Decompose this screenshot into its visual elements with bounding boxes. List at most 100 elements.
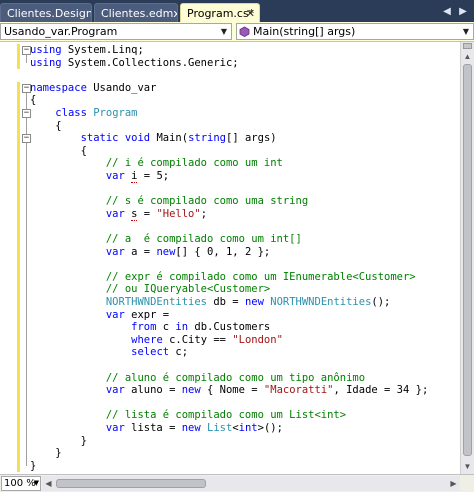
code-line[interactable]: var i = 5; <box>30 170 169 183</box>
tab-clientes-designer[interactable]: Clientes.Designer.cs <box>0 3 92 22</box>
code-line[interactable]: } <box>30 447 61 460</box>
vertical-scroll-thumb[interactable] <box>463 64 472 456</box>
code-token: = <box>137 207 157 220</box>
code-token: expr = <box>124 308 170 321</box>
code-line[interactable]: from c in db.Customers <box>30 321 270 334</box>
code-token: a = <box>124 245 157 258</box>
zoom-selector[interactable]: 100 % ▼ <box>1 476 41 491</box>
type-selector[interactable]: Usando_var.Program ▼ <box>0 23 232 40</box>
code-token: class <box>55 107 87 119</box>
code-line[interactable]: // ou IQueryable<Customer> <box>30 283 270 296</box>
code-line[interactable]: var expr = <box>30 309 169 322</box>
code-line[interactable]: // aluno é compilado como um tipo anônim… <box>30 372 365 385</box>
zoom-value: 100 % <box>4 478 36 489</box>
horizontal-scroll-thumb[interactable] <box>56 479 206 488</box>
code-line[interactable]: { <box>30 145 87 158</box>
code-line[interactable]: static void Main(string[] args) <box>30 132 277 145</box>
code-line[interactable]: var lista = new List<int>(); <box>30 422 283 435</box>
code-token: { <box>30 144 87 157</box>
code-token: new <box>181 384 201 397</box>
code-line[interactable]: { <box>30 120 61 133</box>
editor-bottom-bar: 100 % ▼ ◀ ▶ <box>0 474 474 492</box>
code-token: in <box>175 321 189 334</box>
code-token: >(); <box>257 422 283 434</box>
code-line[interactable]: select c; <box>30 346 188 359</box>
collapse-icon[interactable]: − <box>22 134 31 144</box>
code-token: { Nome = <box>200 384 264 397</box>
code-line[interactable]: var a = new[] { 0, 1, 2 }; <box>30 246 270 259</box>
code-token: Usando_var <box>86 81 157 94</box>
code-line[interactable]: var aluno = new { Nome = "Macoratti", Id… <box>30 384 428 397</box>
chevron-down-icon[interactable]: ▼ <box>217 24 231 39</box>
method-icon <box>239 26 250 37</box>
code-editor[interactable]: using System.Linq; using System.Collectio… <box>0 42 474 474</box>
code-token: // lista é compilado como um List<int> <box>105 409 347 422</box>
code-token: Main( <box>150 132 189 145</box>
code-token: db.Customers <box>188 321 271 334</box>
code-line[interactable]: { <box>30 94 36 107</box>
code-token: using <box>30 56 62 69</box>
code-token: namespace <box>30 81 87 94</box>
code-token: new <box>181 422 201 434</box>
document-tab-strip: Clientes.Designer.cs Clientes.edmx Progr… <box>0 0 474 22</box>
scroll-up-icon[interactable]: ▲ <box>461 50 474 63</box>
outline-guide <box>26 55 27 63</box>
code-token: aluno = <box>124 384 182 397</box>
code-token: // expr é compilado como um IEnumerable<… <box>105 270 416 283</box>
code-line[interactable]: // expr é compilado como um IEnumerable<… <box>30 271 416 284</box>
code-line[interactable]: // s é compilado como uma string <box>30 195 308 208</box>
collapse-icon[interactable]: − <box>22 83 31 93</box>
code-line[interactable]: // lista é compilado como um List<int> <box>30 409 346 422</box>
scroll-left-icon[interactable]: ◀ <box>42 476 55 491</box>
split-handle[interactable] <box>463 43 472 49</box>
code-token: [] args) <box>226 132 277 145</box>
code-line[interactable]: using System.Linq; <box>30 44 144 57</box>
code-token: c; <box>169 346 189 359</box>
code-line[interactable]: class Program <box>30 107 138 120</box>
scroll-right-icon[interactable]: ▶ <box>456 4 470 20</box>
scroll-right-icon[interactable]: ▶ <box>447 476 460 491</box>
tab-label: Clientes.edmx <box>101 7 178 20</box>
scroll-left-icon[interactable]: ◀ <box>440 4 454 20</box>
code-line[interactable]: // a é compilado como um int[] <box>30 233 302 246</box>
code-token: c.City == <box>162 333 233 346</box>
vertical-scrollbar[interactable]: ▲ ▼ <box>460 42 474 474</box>
code-token: db = <box>207 296 245 308</box>
code-line[interactable]: var s = "Hello"; <box>30 207 208 221</box>
code-line[interactable]: namespace Usando_var <box>30 82 156 95</box>
close-icon[interactable]: ✕ <box>246 4 255 22</box>
member-selector[interactable]: Main(string[] args) ▼ <box>236 23 474 40</box>
code-token: // ou IQueryable<Customer> <box>105 283 271 296</box>
code-line[interactable]: } <box>30 460 36 473</box>
code-token: System.Collections.Generic; <box>61 56 239 69</box>
code-line[interactable]: } <box>30 435 87 448</box>
collapse-icon[interactable]: − <box>22 109 31 118</box>
code-token: int <box>238 422 258 434</box>
tab-clientes-edmx[interactable]: Clientes.edmx <box>94 3 178 22</box>
code-line[interactable]: where c.City == "London" <box>30 334 283 347</box>
chevron-down-icon[interactable]: ▼ <box>459 24 473 39</box>
tab-program-cs[interactable]: Program.cs* ✕ <box>180 3 260 22</box>
code-token: lista = <box>124 422 182 434</box>
chevron-down-icon[interactable]: ▼ <box>34 477 39 490</box>
code-token: using <box>30 44 62 56</box>
code-token: // a é compilado como um int[] <box>105 233 302 245</box>
code-line[interactable]: NORTHWNDEntities db = new NORTHWNDEntiti… <box>30 296 391 309</box>
navigation-bar: Usando_var.Program ▼ Main(string[] args)… <box>0 22 474 42</box>
horizontal-scrollbar[interactable]: ◀ ▶ <box>42 476 460 491</box>
code-line[interactable]: // i é compilado como um int <box>30 157 283 170</box>
scroll-down-icon[interactable]: ▼ <box>461 460 474 473</box>
code-token: ; <box>200 207 208 220</box>
code-line[interactable]: using System.Collections.Generic; <box>30 57 239 70</box>
collapse-icon[interactable]: − <box>22 46 31 55</box>
code-token: new <box>244 296 264 308</box>
code-token: var <box>105 170 125 182</box>
code-token: Program <box>93 107 138 119</box>
